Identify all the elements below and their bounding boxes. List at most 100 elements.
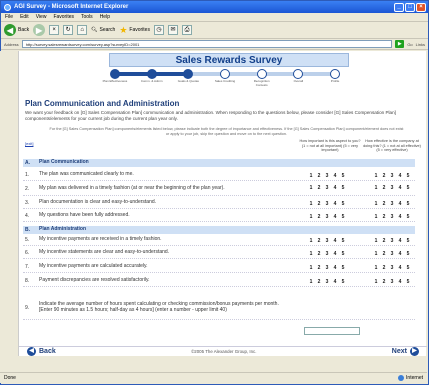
rating-option[interactable]: 5 [406, 251, 410, 257]
rating-option[interactable]: 5 [406, 214, 410, 220]
rating-option[interactable]: 3 [325, 238, 329, 244]
address-input[interactable]: http://survey.salesrewardsurvey.com/surv… [21, 40, 393, 48]
rating-option[interactable]: 2 [317, 238, 321, 244]
rating-option[interactable]: 5 [406, 173, 410, 179]
rating-option[interactable]: 4 [333, 185, 337, 191]
go-button[interactable]: ▶ [395, 40, 405, 48]
rating-option[interactable]: 3 [325, 251, 329, 257]
rating-option[interactable]: 4 [398, 265, 402, 271]
rating-option[interactable]: 5 [341, 173, 345, 179]
rating-option[interactable]: 1 [309, 279, 313, 285]
rating-option[interactable]: 1 [309, 173, 313, 179]
rating-option[interactable]: 2 [317, 201, 321, 207]
rating-option[interactable]: 2 [382, 251, 386, 257]
rating-option[interactable]: 2 [382, 265, 386, 271]
rating-option[interactable]: 2 [382, 173, 386, 179]
back-nav-button[interactable]: ◀ Back [27, 347, 56, 356]
rating-option[interactable]: 3 [390, 279, 394, 285]
rating-option[interactable]: 1 [374, 238, 378, 244]
minimize-button[interactable]: _ [394, 2, 404, 12]
rating-option[interactable]: 2 [317, 185, 321, 191]
rating-option[interactable]: 2 [317, 265, 321, 271]
menu-edit[interactable]: Edit [20, 14, 29, 20]
rating-option[interactable]: 1 [374, 265, 378, 271]
rating-option[interactable]: 4 [398, 201, 402, 207]
rating-option[interactable]: 4 [398, 173, 402, 179]
rating-option[interactable]: 5 [406, 279, 410, 285]
rating-option[interactable]: 4 [333, 279, 337, 285]
maximize-button[interactable]: □ [405, 2, 415, 12]
rating-option[interactable]: 2 [317, 173, 321, 179]
rating-option[interactable]: 4 [333, 201, 337, 207]
rating-option[interactable]: 4 [333, 173, 337, 179]
rating-option[interactable]: 3 [325, 201, 329, 207]
rating-option[interactable]: 1 [374, 214, 378, 220]
rating-option[interactable]: 5 [406, 185, 410, 191]
links-label[interactable]: Links [416, 42, 425, 47]
print-button[interactable]: ⎙ [181, 25, 192, 35]
menu-file[interactable]: File [5, 14, 13, 20]
rating-option[interactable]: 4 [398, 214, 402, 220]
menu-favorites[interactable]: Favorites [53, 14, 74, 20]
forward-button[interactable]: ▶ [33, 24, 46, 36]
rating-option[interactable]: 4 [398, 238, 402, 244]
rating-option[interactable]: 1 [309, 201, 313, 207]
back-button[interactable]: ◀ Back [4, 24, 29, 36]
rating-option[interactable]: 5 [406, 265, 410, 271]
rating-option[interactable]: 5 [341, 279, 345, 285]
rating-option[interactable]: 5 [341, 201, 345, 207]
rating-option[interactable]: 3 [325, 173, 329, 179]
rating-option[interactable]: 3 [390, 173, 394, 179]
rating-option[interactable]: 3 [325, 265, 329, 271]
rating-option[interactable]: 1 [374, 279, 378, 285]
close-button[interactable]: × [416, 2, 426, 12]
menu-help[interactable]: Help [100, 14, 110, 20]
rating-option[interactable]: 3 [390, 185, 394, 191]
menu-view[interactable]: View [36, 14, 47, 20]
rating-option[interactable]: 3 [325, 185, 329, 191]
stop-button[interactable]: × [49, 25, 60, 35]
rating-option[interactable]: 2 [317, 214, 321, 220]
rating-option[interactable]: 2 [317, 279, 321, 285]
rating-option[interactable]: 1 [374, 185, 378, 191]
rating-option[interactable]: 3 [325, 214, 329, 220]
rating-option[interactable]: 5 [341, 214, 345, 220]
rating-option[interactable]: 3 [390, 251, 394, 257]
rating-option[interactable]: 1 [309, 238, 313, 244]
rating-option[interactable]: 1 [309, 265, 313, 271]
rating-option[interactable]: 2 [382, 238, 386, 244]
rating-option[interactable]: 5 [341, 265, 345, 271]
mail-button[interactable]: ✉ [167, 25, 178, 35]
rating-option[interactable]: 1 [374, 251, 378, 257]
hours-input[interactable] [304, 327, 360, 335]
rating-option[interactable]: 3 [390, 238, 394, 244]
refresh-button[interactable]: ↻ [63, 25, 74, 35]
rating-option[interactable]: 3 [390, 214, 394, 220]
favorites-button[interactable]: ★ Favorites [119, 25, 150, 36]
rating-option[interactable]: 1 [309, 214, 313, 220]
rating-option[interactable]: 4 [398, 185, 402, 191]
menu-tools[interactable]: Tools [81, 14, 93, 20]
go-label[interactable]: Go [407, 42, 412, 47]
rating-option[interactable]: 1 [309, 185, 313, 191]
rating-option[interactable]: 2 [317, 251, 321, 257]
next-nav-button[interactable]: Next ▶ [392, 347, 419, 356]
rating-option[interactable]: 2 [382, 185, 386, 191]
rating-option[interactable]: 4 [333, 265, 337, 271]
rating-option[interactable]: 2 [382, 201, 386, 207]
rating-option[interactable]: 4 [398, 279, 402, 285]
rating-option[interactable]: 5 [406, 238, 410, 244]
rating-option[interactable]: 4 [333, 214, 337, 220]
rating-option[interactable]: 5 [341, 185, 345, 191]
rating-option[interactable]: 4 [333, 238, 337, 244]
rating-option[interactable]: 3 [390, 265, 394, 271]
rating-option[interactable]: 3 [325, 279, 329, 285]
rating-option[interactable]: 5 [341, 251, 345, 257]
rating-option[interactable]: 2 [382, 214, 386, 220]
rating-option[interactable]: 5 [341, 238, 345, 244]
rating-option[interactable]: 4 [398, 251, 402, 257]
rating-option[interactable]: 2 [382, 279, 386, 285]
search-button[interactable]: 🔍︎ Search [91, 27, 115, 33]
rating-option[interactable]: 4 [333, 251, 337, 257]
home-button[interactable]: ⌂ [77, 25, 88, 35]
